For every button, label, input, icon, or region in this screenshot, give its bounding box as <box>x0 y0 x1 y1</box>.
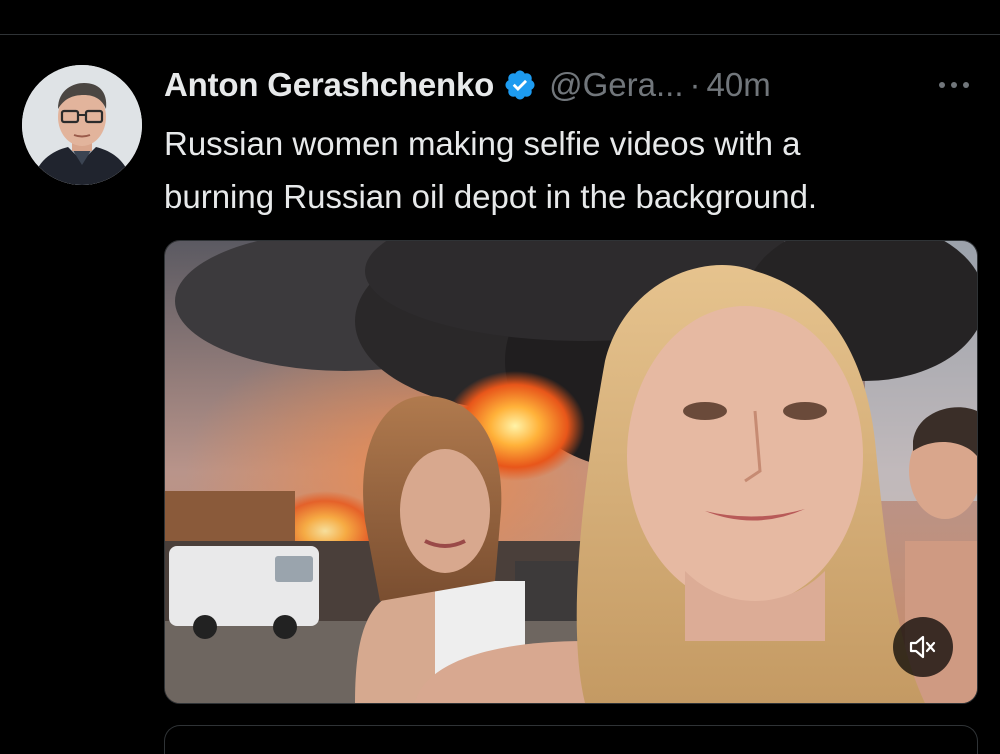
timeline-screen: Anton Gerashchenko @Gera... · 40m Russia… <box>0 0 1000 754</box>
separator-dot: · <box>689 66 701 103</box>
next-card-edge <box>164 725 978 754</box>
author-handle[interactable]: @Gera... <box>549 66 683 104</box>
timestamp[interactable]: 40m <box>707 66 771 104</box>
tweet-card[interactable]: Anton Gerashchenko @Gera... · 40m Russia… <box>0 35 1000 754</box>
mute-toggle-button[interactable] <box>893 617 953 677</box>
tweet-text-line: burning Russian oil depot in the backgro… <box>164 178 818 215</box>
verified-badge-icon <box>503 68 537 102</box>
tweet-header: Anton Gerashchenko @Gera... · 40m <box>164 63 771 107</box>
author-name[interactable]: Anton Gerashchenko <box>164 66 494 104</box>
avatar[interactable] <box>22 65 142 185</box>
tweet-text: Russian women making selfie videos with … <box>164 117 984 223</box>
video-frame <box>165 241 977 703</box>
more-horizontal-icon[interactable] <box>930 73 978 97</box>
volume-muted-icon <box>908 634 938 660</box>
tweet-text-line: Russian women making selfie videos with … <box>164 125 801 162</box>
video-player[interactable] <box>164 240 978 704</box>
avatar-image <box>22 65 142 185</box>
